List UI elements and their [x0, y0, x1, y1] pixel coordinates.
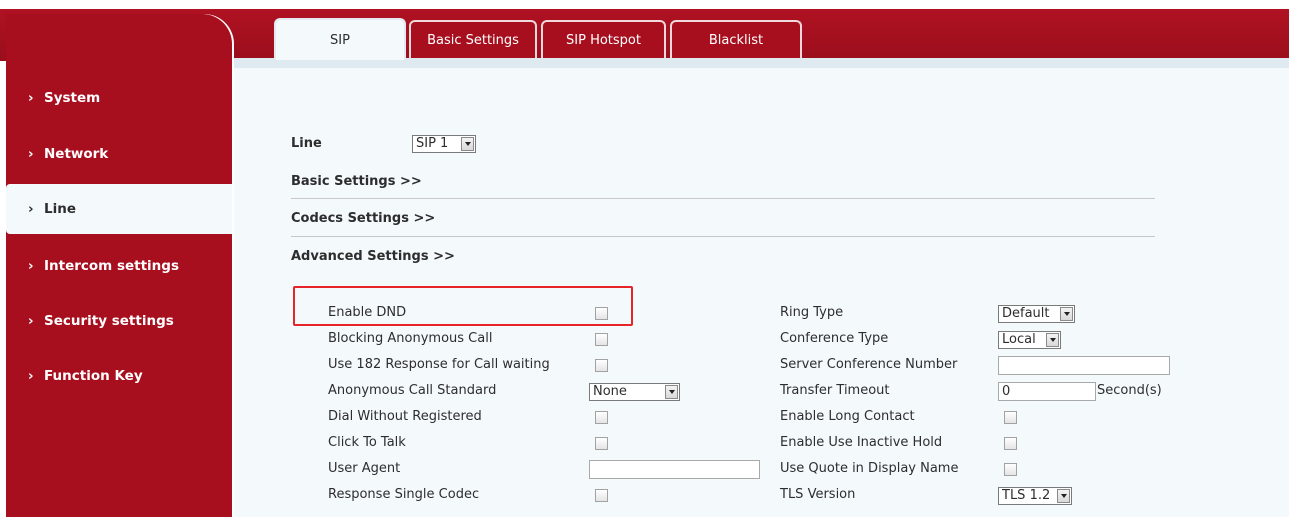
tls-version-label: TLS Version [780, 487, 856, 502]
dial-without-registered-label: Dial Without Registered [328, 409, 482, 424]
click-to-talk-label: Click To Talk [328, 435, 406, 450]
enable-long-contact-checkbox[interactable] [1004, 411, 1017, 424]
dropdown-arrow-icon [461, 137, 474, 151]
divider [291, 198, 1155, 199]
tab-basic-settings-label: Basic Settings [427, 32, 519, 48]
tls-version-select[interactable]: TLS 1.2 [998, 487, 1072, 505]
sidebar-item-function-key[interactable]: › Function Key [6, 351, 232, 401]
ring-type-select[interactable]: Default [998, 305, 1075, 323]
conference-type-select[interactable]: Local [998, 331, 1061, 349]
ring-type-value: Default [1002, 306, 1050, 321]
enable-dnd-label: Enable DND [328, 305, 407, 320]
sidebar-item-label: System [44, 90, 101, 106]
enable-long-contact-label: Enable Long Contact [780, 409, 915, 424]
enable-use-inactive-hold-label: Enable Use Inactive Hold [780, 435, 943, 450]
chevron-right-icon: › [28, 201, 34, 217]
sidebar-item-security-settings[interactable]: › Security settings [6, 296, 232, 346]
server-conference-number-input[interactable] [998, 356, 1170, 375]
anonymous-call-standard-select[interactable]: None [589, 383, 680, 401]
section-basic-settings[interactable]: Basic Settings >> [291, 174, 422, 189]
dropdown-arrow-icon [1057, 489, 1070, 503]
chevron-right-icon: › [28, 313, 34, 329]
use-182-response-label: Use 182 Response for Call waiting [328, 357, 550, 372]
blocking-anonymous-call-checkbox[interactable] [595, 333, 608, 346]
dropdown-arrow-icon [1046, 333, 1059, 347]
blocking-anonymous-call-label: Blocking Anonymous Call [328, 331, 493, 346]
tab-sip-hotspot-label: SIP Hotspot [566, 32, 641, 48]
sidebar: › System › Network › Line › Intercom set… [6, 14, 232, 517]
user-agent-label: User Agent [328, 461, 401, 476]
tab-sip-label: SIP [330, 32, 350, 48]
dropdown-arrow-icon [665, 385, 678, 399]
transfer-timeout-label: Transfer Timeout [780, 383, 890, 398]
line-label: Line [291, 136, 322, 151]
chevron-right-icon: › [28, 146, 34, 162]
tab-blacklist-label: Blacklist [708, 32, 764, 48]
user-agent-input[interactable] [589, 460, 760, 479]
use-quote-display-name-checkbox[interactable] [1004, 463, 1017, 476]
sidebar-item-line[interactable]: › Line [6, 184, 232, 234]
click-to-talk-checkbox[interactable] [595, 437, 608, 450]
section-codecs-settings[interactable]: Codecs Settings >> [291, 211, 435, 226]
server-conference-number-label: Server Conference Number [780, 357, 958, 372]
conference-type-value: Local [1002, 332, 1036, 347]
enable-dnd-checkbox[interactable] [595, 307, 608, 320]
sidebar-item-label: Function Key [44, 368, 143, 384]
divider [291, 236, 1155, 237]
transfer-timeout-input[interactable]: 0 [998, 382, 1096, 401]
chevron-right-icon: › [28, 90, 34, 106]
sidebar-item-system[interactable]: › System [6, 73, 232, 123]
tls-version-value: TLS 1.2 [1002, 488, 1051, 503]
sidebar-item-label: Network [44, 146, 109, 162]
transfer-timeout-unit: Second(s) [1097, 383, 1162, 398]
line-select[interactable]: SIP 1 [412, 135, 476, 153]
ring-type-label: Ring Type [780, 305, 844, 320]
tab-basic-settings[interactable]: Basic Settings [409, 20, 537, 58]
dropdown-arrow-icon [1060, 307, 1073, 321]
sidebar-item-intercom-settings[interactable]: › Intercom settings [6, 241, 232, 291]
enable-use-inactive-hold-checkbox[interactable] [1004, 437, 1017, 450]
anonymous-call-standard-label: Anonymous Call Standard [328, 383, 497, 398]
dial-without-registered-checkbox[interactable] [595, 411, 608, 424]
line-select-value: SIP 1 [416, 136, 449, 151]
tab-blacklist[interactable]: Blacklist [670, 20, 802, 58]
response-single-codec-label: Response Single Codec [328, 487, 480, 502]
response-single-codec-checkbox[interactable] [595, 489, 608, 502]
use-182-response-checkbox[interactable] [595, 359, 608, 372]
chevron-right-icon: › [28, 368, 34, 384]
sidebar-item-network[interactable]: › Network [6, 129, 232, 179]
tab-sip[interactable]: SIP [274, 18, 406, 60]
conference-type-label: Conference Type [780, 331, 889, 346]
use-quote-display-name-label: Use Quote in Display Name [780, 461, 959, 476]
anonymous-call-standard-value: None [593, 384, 627, 399]
section-advanced-settings[interactable]: Advanced Settings >> [291, 249, 455, 264]
tab-sip-hotspot[interactable]: SIP Hotspot [541, 20, 666, 58]
chevron-right-icon: › [28, 258, 34, 274]
sidebar-item-label: Intercom settings [44, 258, 179, 274]
sidebar-item-label: Line [44, 201, 76, 217]
sidebar-item-label: Security settings [44, 313, 174, 329]
